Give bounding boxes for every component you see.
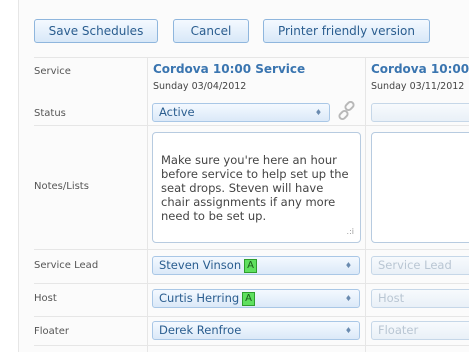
grid-line [34,283,469,284]
service-date: Sunday 03/04/2012 [153,81,247,92]
chevron-down-icon: ♦ [344,261,352,270]
save-schedules-button[interactable]: Save Schedules [34,19,158,43]
status-select-2[interactable] [371,103,469,122]
service-lead-placeholder: Service Lead [378,258,452,272]
status-select[interactable]: Active ♦ [152,103,330,122]
resize-handle-icon[interactable]: .:i [347,225,354,239]
host-select-2[interactable]: Host [371,289,469,308]
floater-value: Derek Renfroe [159,323,242,337]
service-title[interactable]: Cordova 10:00 Service [153,62,305,76]
floater-placeholder: Floater [378,323,419,337]
service-lead-value: Steven Vinson [159,258,242,272]
row-label-notes: Notes/Lists [34,181,89,192]
service-lead-select[interactable]: Steven Vinson A ♦ [152,256,360,275]
notes-textarea-2[interactable] [371,132,469,243]
notes-textarea[interactable]: Make sure you're here an hour before ser… [152,132,361,243]
printer-friendly-button[interactable]: Printer friendly version [263,19,430,43]
row-label-service: Service [34,66,71,77]
row-label-floater: Floater [34,326,69,337]
availability-badge: A [244,259,257,273]
row-label-service-lead: Service Lead [34,260,99,271]
grid-line [34,249,469,250]
chevron-down-icon: ♦ [344,326,352,335]
host-placeholder: Host [378,291,405,305]
notes-text: Make sure you're here an hour before ser… [161,153,349,223]
grid-line [34,345,469,346]
row-label-status: Status [34,108,66,119]
floater-select-2[interactable]: Floater [371,321,469,340]
host-select[interactable]: Curtis Herring A ♦ [152,289,360,308]
host-value: Curtis Herring [159,291,240,305]
grid-line [147,57,148,352]
cancel-button[interactable]: Cancel [173,19,249,43]
service-date-2: Sunday 03/11/2012 [371,81,465,92]
status-value: Active [159,105,195,119]
chevron-down-icon: ♦ [314,108,322,117]
service-lead-select-2[interactable]: Service Lead [371,256,469,275]
link-icon[interactable] [336,101,358,123]
grid-line [34,125,469,126]
availability-badge: A [242,292,256,306]
row-label-host: Host [34,293,57,304]
grid-line [34,57,469,58]
grid-line [365,57,366,352]
grid-line [34,316,469,317]
floater-select[interactable]: Derek Renfroe ♦ [152,321,360,340]
chevron-down-icon: ♦ [344,294,352,303]
service-title-2[interactable]: Cordova 10:00 [371,62,469,76]
